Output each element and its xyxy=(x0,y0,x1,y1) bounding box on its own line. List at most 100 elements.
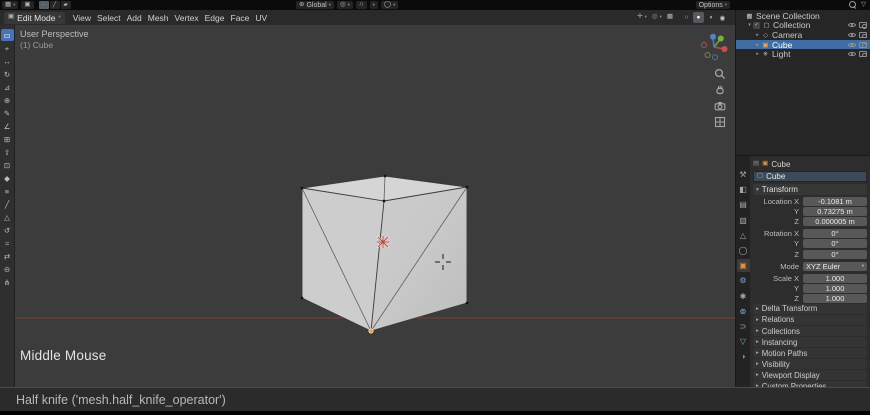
menu-edge[interactable]: Edge xyxy=(205,13,225,23)
menu-vertex[interactable]: Vertex xyxy=(175,13,199,23)
smooth-tool-icon[interactable]: ≈ xyxy=(1,237,14,249)
collection-checkbox[interactable]: ✓ xyxy=(753,22,760,29)
scale-tool-icon[interactable]: ⊿ xyxy=(1,81,14,93)
toggle-xray-button[interactable]: ▩ xyxy=(667,14,673,21)
loop-cut-tool-icon[interactable]: ≡ xyxy=(1,185,14,197)
world-properties-tab-icon[interactable]: ◯ xyxy=(737,244,750,257)
snap-toggle-button[interactable]: ∩ xyxy=(356,1,367,9)
menu-select[interactable]: Select xyxy=(97,13,121,23)
scene-properties-tab-icon[interactable]: △ xyxy=(737,229,750,242)
show-overlays-dropdown[interactable]: ◎ ▾ xyxy=(652,14,662,21)
modifier-properties-tab-icon[interactable]: ⚙ xyxy=(737,274,750,287)
render-properties-tab-icon[interactable]: ◧ xyxy=(737,183,750,196)
section-relations[interactable]: ▸Relations xyxy=(753,315,867,325)
rip-region-tool-icon[interactable]: ⋔ xyxy=(1,276,14,288)
navigation-gizmo[interactable] xyxy=(699,32,729,62)
material-preview-shading-button[interactable]: ◑ xyxy=(705,12,716,23)
outliner-row-scene-collection[interactable]: ▦Scene Collection xyxy=(736,11,870,21)
transform-section-header[interactable]: ▾ Transform xyxy=(753,184,867,195)
outliner-row-camera[interactable]: ▸◇Camera xyxy=(736,30,870,40)
number-field-z[interactable]: 1.000 xyxy=(803,294,867,303)
disable-in-renders-camera-icon[interactable] xyxy=(859,22,867,28)
object-name-field[interactable]: ▢ Cube xyxy=(753,171,867,182)
knife-tool-icon[interactable]: ╱ xyxy=(1,198,14,210)
bevel-tool-icon[interactable]: ◆ xyxy=(1,172,14,184)
section-instancing[interactable]: ▸Instancing xyxy=(753,337,867,347)
zoom-icon[interactable] xyxy=(714,67,726,79)
expander-icon[interactable]: ▾ xyxy=(746,22,753,28)
menu-mesh[interactable]: Mesh xyxy=(148,13,169,23)
hide-in-viewport-eye-icon[interactable] xyxy=(848,21,856,29)
face-select-mode-button[interactable]: ▰ xyxy=(61,1,71,9)
extrude-tool-icon[interactable]: ⇧ xyxy=(1,146,14,158)
object-data-properties-tab-icon[interactable]: ▽ xyxy=(737,335,750,348)
transform-tool-icon[interactable]: ⊕ xyxy=(1,94,14,106)
section-delta-transform[interactable]: ▸Delta Transform xyxy=(753,304,867,314)
interaction-mode-icon-button[interactable]: ▣ xyxy=(21,1,33,9)
viewport-3d[interactable]: User Perspective (1) Cube xyxy=(15,25,735,387)
pan-hand-icon[interactable] xyxy=(714,83,726,95)
camera-view-icon[interactable] xyxy=(714,99,726,111)
pivot-point-dropdown[interactable]: ◎ ▾ xyxy=(337,1,353,9)
section-visibility[interactable]: ▸Visibility xyxy=(753,359,867,369)
cursor-tool-icon[interactable]: + xyxy=(1,42,14,54)
section-motion-paths[interactable]: ▸Motion Paths xyxy=(753,348,867,358)
mode-selector-dropdown[interactable]: ▣ Edit Mode ▾ xyxy=(4,12,65,24)
number-field-z[interactable]: 0.000005 m xyxy=(803,217,867,226)
vertex-select-mode-button[interactable]: ∙ xyxy=(39,1,49,9)
search-icon[interactable] xyxy=(849,1,857,9)
material-properties-tab-icon[interactable]: ◑ xyxy=(737,350,750,363)
expander-icon[interactable]: ▸ xyxy=(754,51,761,57)
number-field-y[interactable]: 0.73275 m xyxy=(803,207,867,216)
filter-funnel-icon[interactable]: ▽ xyxy=(861,2,866,9)
options-dropdown[interactable]: Options ▾ xyxy=(696,1,730,9)
expander-icon[interactable]: ▸ xyxy=(754,42,761,48)
number-field-location-x[interactable]: -0.1081 m xyxy=(803,197,867,206)
toggle-ortho-grid-icon[interactable] xyxy=(714,115,726,127)
hide-in-viewport-eye-icon[interactable] xyxy=(848,50,856,58)
wireframe-shading-button[interactable]: ○ xyxy=(681,12,692,23)
menu-face[interactable]: Face xyxy=(231,13,250,23)
particles-properties-tab-icon[interactable]: ✱ xyxy=(737,290,750,303)
move-tool-icon[interactable]: ↔ xyxy=(1,55,14,67)
outliner-row-light[interactable]: ▸✳Light xyxy=(736,49,870,59)
section-collections[interactable]: ▸Collections xyxy=(753,326,867,336)
disable-in-renders-camera-icon[interactable] xyxy=(859,42,867,48)
number-field-rotation-x[interactable]: 0° xyxy=(803,229,867,238)
disable-in-renders-camera-icon[interactable] xyxy=(859,32,867,38)
object-properties-tab-icon[interactable]: ▣ xyxy=(737,259,750,272)
edge-select-mode-button[interactable]: ╱ xyxy=(50,1,60,9)
editor-type-dropdown[interactable]: ▦ ▾ xyxy=(2,1,18,9)
number-field-scale-x[interactable]: 1.000 xyxy=(803,274,867,283)
inset-faces-tool-icon[interactable]: ⊡ xyxy=(1,159,14,171)
hide-in-viewport-eye-icon[interactable] xyxy=(848,41,856,49)
view-layer-properties-tab-icon[interactable]: ▧ xyxy=(737,214,750,227)
rendered-shading-button[interactable]: ◉ xyxy=(717,12,728,23)
solid-shading-button[interactable]: ● xyxy=(693,12,704,23)
shrink-fatten-tool-icon[interactable]: ⊖ xyxy=(1,263,14,275)
rotate-tool-icon[interactable]: ↻ xyxy=(1,68,14,80)
tool-tab-icon[interactable]: ⚒ xyxy=(737,168,750,181)
menu-view[interactable]: View xyxy=(73,13,91,23)
spin-tool-icon[interactable]: ↺ xyxy=(1,224,14,236)
menu-add[interactable]: Add xyxy=(127,13,142,23)
outliner-row-collection[interactable]: ▾✓▢Collection xyxy=(736,21,870,31)
proportional-editing-dropdown[interactable]: ◯ ▾ xyxy=(381,1,399,9)
outliner-row-cube[interactable]: ▸▣Cube xyxy=(736,40,870,50)
annotate-tool-icon[interactable]: ✎ xyxy=(1,107,14,119)
transform-orientation-dropdown[interactable]: ⊕ Global ▾ xyxy=(296,1,334,9)
output-properties-tab-icon[interactable]: ▤ xyxy=(737,198,750,211)
number-field-z[interactable]: 0° xyxy=(803,250,867,259)
select-box-tool-icon[interactable]: ▭ xyxy=(1,29,14,41)
measure-tool-icon[interactable]: ∠ xyxy=(1,120,14,132)
expander-icon[interactable]: ▸ xyxy=(754,32,761,38)
constraints-properties-tab-icon[interactable]: ⊃ xyxy=(737,320,750,333)
snap-settings-dropdown[interactable]: ▾ xyxy=(370,1,378,9)
dropdown-mode[interactable]: XYZ Euler▾ xyxy=(803,262,867,271)
poly-build-tool-icon[interactable]: △ xyxy=(1,211,14,223)
section-viewport-display[interactable]: ▸Viewport Display xyxy=(753,370,867,380)
show-gizmo-dropdown[interactable]: ✛ ▾ xyxy=(637,14,647,21)
add-cube-tool-icon[interactable]: ⊞ xyxy=(1,133,14,145)
physics-properties-tab-icon[interactable]: ⊚ xyxy=(737,305,750,318)
disable-in-renders-camera-icon[interactable] xyxy=(859,51,867,57)
